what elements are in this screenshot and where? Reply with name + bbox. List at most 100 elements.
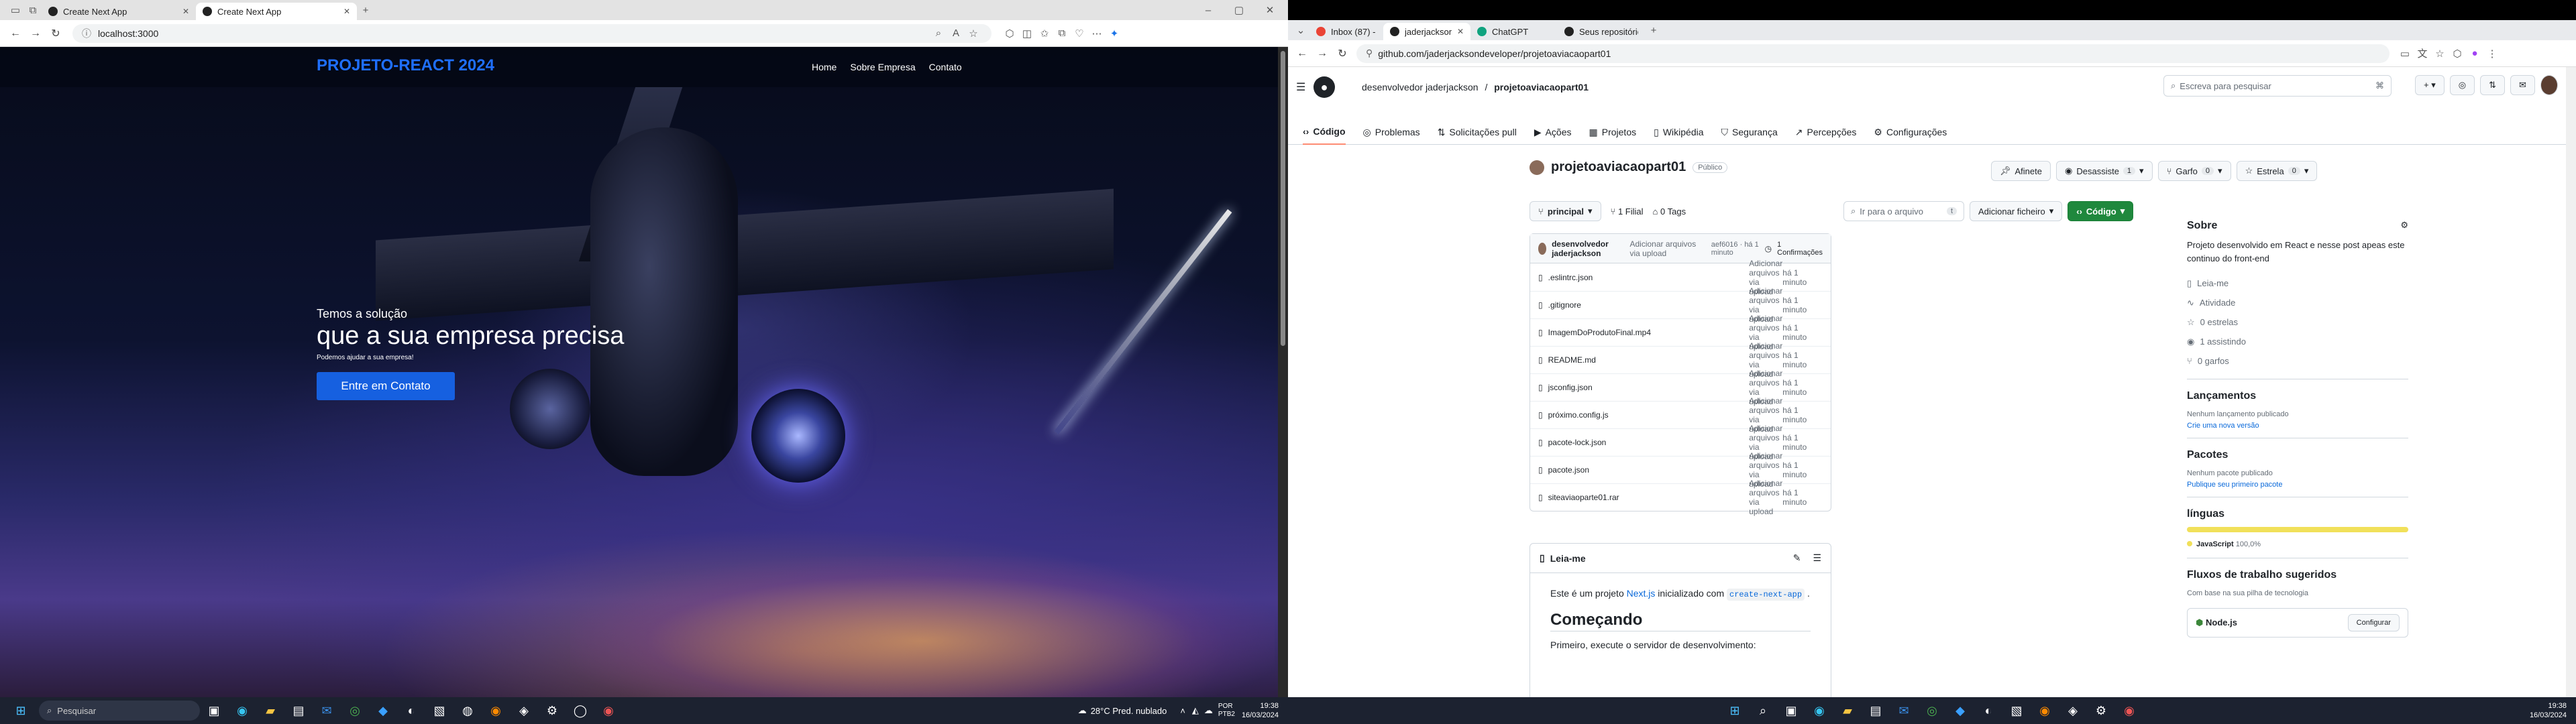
tab-configuracoes[interactable]: ⚙ Configurações (1874, 119, 1947, 145)
right-scrollbar[interactable] (2566, 67, 2576, 697)
create-new-button[interactable]: + ▾ (2415, 75, 2445, 95)
fork-button[interactable]: ⑂ Garfo 0 ▾ (2157, 161, 2231, 181)
task-view-icon[interactable]: ▣ (200, 704, 228, 718)
app-icon[interactable]: ◈ (510, 704, 538, 718)
breadcrumb-owner[interactable]: desenvolvedor jaderjackson (1362, 82, 1479, 93)
forward-icon[interactable]: → (1312, 48, 1332, 60)
branch-select[interactable]: ⑂ principal ▾ (1529, 201, 1601, 221)
hamburger-icon[interactable]: ☰ (1296, 80, 1305, 94)
app-icon[interactable]: ◉ (594, 704, 623, 718)
notifications-icon[interactable]: ✉ (2510, 75, 2535, 95)
store-icon[interactable]: ▤ (284, 704, 313, 718)
file-explorer-icon[interactable]: ▰ (1833, 704, 1862, 718)
nav-sobre-empresa[interactable]: Sobre Empresa (850, 62, 915, 72)
cta-button[interactable]: Entre em Contato (317, 372, 455, 400)
window-menu-icon[interactable]: ▭ (7, 4, 24, 16)
more-menu-icon[interactable]: ⋯ (1088, 27, 1106, 40)
branches-link[interactable]: ⑂ 1 Filial (1611, 206, 1644, 217)
tab-percepcoes[interactable]: ↗ Percepções (1795, 119, 1857, 145)
read-aloud-icon[interactable]: A (947, 27, 965, 39)
clock[interactable]: 19:38 16/03/2024 (2530, 701, 2567, 720)
profile-avatar-icon[interactable]: ● (2466, 48, 2483, 59)
file-row[interactable]: ▯ jsconfig.json Adicionar arquivos via upl… (1530, 369, 1831, 406)
tab-actions-icon[interactable]: ⧉ (24, 5, 42, 16)
file-name[interactable]: ▯ ImagemDoProdutoFinal.mp4 (1538, 328, 1749, 337)
file-row[interactable]: ▯ ImagemDoProdutoFinal.mp4 Adicionar arqui… (1530, 314, 1831, 351)
chrome-icon[interactable]: ◎ (1918, 704, 1946, 718)
firefox-icon[interactable]: ◉ (482, 704, 510, 718)
favorite-star-icon[interactable]: ☆ (965, 27, 982, 40)
maximize-icon[interactable]: ▢ (1230, 4, 1248, 16)
tab-seus-repositorios[interactable]: Seus repositórios (1558, 23, 1645, 40)
tags-link[interactable]: ⌂ 0 Tags (1653, 206, 1686, 217)
nav-home[interactable]: Home (812, 62, 837, 72)
extensions-icon[interactable]: ⬡ (1001, 27, 1018, 40)
file-row[interactable]: ▯ README.md Adicionar arquivos via upload h… (1530, 341, 1831, 379)
star-button[interactable]: ☆ Estrela 0 ▾ (2236, 161, 2318, 181)
file-name[interactable]: ▯ siteaviaoparte01.rar (1538, 493, 1749, 502)
github-logo-icon[interactable]: ● (1313, 76, 1335, 98)
readme-link[interactable]: ▯ Leia-me (2187, 274, 2408, 293)
new-tab-icon[interactable]: + (357, 5, 374, 16)
copilot-icon[interactable]: ✦ (1106, 27, 1123, 40)
gear-icon[interactable]: ⚙ (2400, 220, 2408, 239)
add-file-button[interactable]: Adicionar ficheiro ▾ (1970, 201, 2063, 221)
app-icon[interactable]: ◉ (2115, 704, 2143, 718)
zoom-icon[interactable]: ⌕ (930, 27, 947, 39)
photos-icon[interactable]: ▧ (425, 704, 453, 718)
close-tab-icon[interactable]: ✕ (1457, 27, 1464, 36)
tab-codigo[interactable]: ‹› Código (1303, 119, 1346, 145)
scroll-thumb[interactable] (1281, 51, 1285, 346)
weather-text[interactable]: 28°C Pred. nublado (1091, 706, 1167, 716)
reload-icon[interactable]: ↻ (46, 27, 66, 40)
close-tab-icon[interactable]: ✕ (343, 7, 350, 16)
chevron-up-icon[interactable]: ˄ (1180, 706, 1185, 716)
url-field[interactable]: ⓘ localhost:3000 ⌕ A ☆ (72, 23, 991, 43)
outline-list-icon[interactable]: ☰ (1813, 552, 1821, 564)
app-icon[interactable]: ◐ (1974, 704, 2002, 718)
network-icon[interactable]: ◭ (1192, 705, 1199, 716)
edge-icon[interactable]: ◉ (1805, 704, 1833, 718)
edit-pencil-icon[interactable]: ✎ (1793, 552, 1801, 564)
more-menu-icon[interactable]: ⋮ (2483, 48, 2501, 60)
tab-wikipedia[interactable]: ▯ Wikipédia (1654, 119, 1703, 145)
vscode-icon[interactable]: ◆ (1946, 704, 1974, 718)
pull-requests-icon[interactable]: ⇅ (2480, 75, 2505, 95)
favorites-icon[interactable]: ✩ (1036, 27, 1053, 40)
file-explorer-icon[interactable]: ▰ (256, 704, 284, 718)
settings-icon[interactable]: ⚙ (538, 704, 566, 718)
site-brand[interactable]: PROJETO-REACT 2024 (317, 56, 494, 75)
app-icon[interactable]: ◐ (397, 704, 425, 718)
tab-chatgpt[interactable]: ChatGPT (1470, 23, 1558, 40)
app-icon[interactable]: ◈ (2059, 704, 2087, 718)
file-name[interactable]: ▯ próximo.config.js (1538, 410, 1749, 420)
taskbar-search[interactable]: ⌕ Pesquisar (39, 701, 200, 721)
issues-icon[interactable]: ◎ (2449, 75, 2475, 95)
tab-search-icon[interactable]: ⌄ (1292, 24, 1309, 36)
back-icon[interactable]: ← (5, 27, 25, 40)
search-icon[interactable]: ⌕ (1749, 704, 1777, 718)
tab-seguranca[interactable]: ⛉ Segurança (1721, 119, 1778, 145)
reload-icon[interactable]: ↻ (1332, 47, 1352, 60)
file-name[interactable]: ▯ .eslintrc.json (1538, 273, 1749, 282)
file-name[interactable]: ▯ jsconfig.json (1538, 383, 1749, 392)
extensions-icon[interactable]: ⬡ (2449, 48, 2466, 60)
nav-contato[interactable]: Contato (929, 62, 962, 72)
create-release-link[interactable]: Crie uma nova versão (2187, 422, 2259, 430)
browser-essentials-icon[interactable]: ♡ (1071, 27, 1088, 40)
vscode-icon[interactable]: ◆ (369, 704, 397, 718)
windows-start-icon[interactable]: ⊞ (7, 704, 35, 718)
firefox-icon[interactable]: ◉ (2031, 704, 2059, 718)
edge-icon[interactable]: ◉ (228, 704, 256, 718)
file-row[interactable]: ▯ pacote-lock.json Adicionar arquivos via … (1530, 424, 1831, 461)
search-input[interactable]: ⌕ Escreva para pesquisar ⌘ (2163, 75, 2392, 97)
publish-package-link[interactable]: Publique seu primeiro pacote (2187, 481, 2282, 489)
language-indicator[interactable]: POR PTB2 (1218, 703, 1235, 719)
minimize-icon[interactable]: – (1199, 5, 1217, 16)
file-row[interactable]: ▯ .eslintrc.json Adicionar arquivos via up… (1530, 259, 1831, 296)
tab-create-next-app-1[interactable]: Create Next App ✕ (42, 3, 196, 20)
bookmark-icon[interactable]: ☆ (2431, 48, 2449, 60)
close-window-icon[interactable]: ✕ (1261, 4, 1279, 16)
tab-gmail[interactable]: Inbox (87) - jaderjacksondevel... (1309, 23, 1383, 40)
file-name[interactable]: ▯ pacote.json (1538, 465, 1749, 475)
